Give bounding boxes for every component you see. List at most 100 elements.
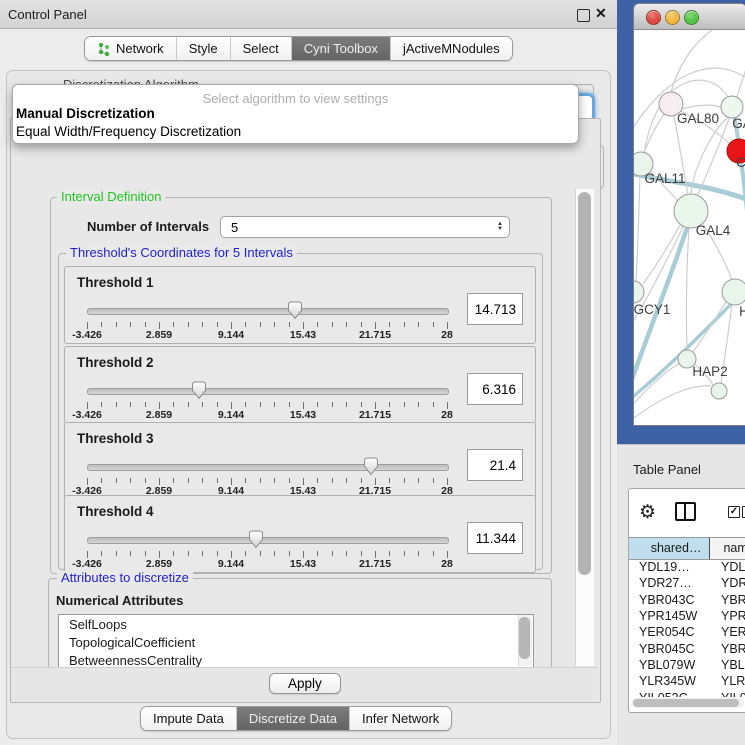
zoom-traffic-light[interactable] [684,10,699,25]
threshold-slider[interactable] [87,301,447,321]
attribute-list-item[interactable]: BetweennessCentrality [59,651,533,667]
tick-label: 9.144 [218,329,244,341]
cell-name[interactable]: YPR1 [711,609,745,623]
table-row[interactable]: YBR043CYBR0 [629,592,745,608]
network-node-label: GAL11 [644,171,685,186]
table-row[interactable]: YLR345WYLR3 [629,673,745,689]
threshold-slider[interactable] [87,530,447,550]
network-node-GA[interactable] [721,96,743,118]
table-row[interactable]: YDR27…YDR2 [629,575,745,591]
apply-button[interactable]: Apply [269,673,341,694]
dropdown-option-manual-discretization[interactable]: Manual Discretization [16,106,571,121]
slider-thumb-icon[interactable] [191,381,207,400]
cell-shared-name[interactable]: YDR27… [629,576,711,590]
tick-mark [231,402,232,409]
threshold-slider[interactable] [87,457,447,477]
slider-thumb-icon[interactable] [248,530,264,549]
tick-mark [188,478,189,483]
network-canvas[interactable]: GAL80GACGAL11GAL4GCY1HHAP2 [634,30,745,424]
tick-mark [145,322,146,327]
tab-cyni-toolbox[interactable]: Cyni Toolbox [292,37,391,60]
cell-name[interactable]: YIL0 [711,691,745,697]
network-node-unnamed[interactable] [711,383,727,399]
num-intervals-combobox[interactable]: 5 ▲▼ [220,216,510,238]
attribute-list-item[interactable]: TopologicalCoefficient [59,633,533,651]
cell-shared-name[interactable]: YER054C [629,625,711,639]
tab-style[interactable]: Style [177,37,231,60]
tab-impute-data[interactable]: Impute Data [141,707,237,730]
cell-name[interactable]: YBR0 [711,593,745,607]
table-row[interactable]: YBR045CYBR0 [629,640,745,656]
attribute-list-item[interactable]: SelfLoops [59,615,533,633]
tab-discretize-data[interactable]: Discretize Data [237,707,350,730]
tick-mark [332,478,333,483]
slider-track[interactable] [87,464,449,471]
tick-mark [173,478,174,483]
cell-shared-name[interactable]: YIL052C [629,691,711,697]
cell-shared-name[interactable]: YBR045C [629,642,711,656]
tick-mark [389,402,390,407]
network-edge[interactable] [693,302,726,352]
network-edge[interactable] [636,176,640,281]
cell-shared-name[interactable]: YBR043C [629,593,711,607]
slider-track[interactable] [87,308,449,315]
table-row[interactable]: YDL19…YDL1 [629,559,745,575]
tick-mark [101,402,102,407]
table-hscrollbar-thumb[interactable] [633,699,739,707]
threshold-slider[interactable] [87,381,447,401]
network-node-GCY1[interactable] [634,281,644,303]
network-edge[interactable] [634,362,682,412]
tick-mark [332,322,333,327]
cell-name[interactable]: YDR2 [711,576,745,590]
cell-shared-name[interactable]: YBL079W [629,658,711,672]
tab-network[interactable]: Network [85,37,177,60]
threshold-value-field[interactable] [467,449,523,481]
column-header-shared-name[interactable]: shared… [629,538,710,559]
table-row[interactable]: YPR145WYPR1 [629,608,745,624]
main-scrollbar-thumb[interactable] [578,192,591,575]
network-window: GAL80GACGAL11GAL4GCY1HHAP2 [633,3,745,426]
threshold-value-field[interactable] [467,373,523,405]
checkbox-checked-icon[interactable]: ✓ [728,506,740,518]
cell-name[interactable]: YBR0 [711,642,745,656]
threshold-value-field[interactable] [467,293,523,325]
gear-icon[interactable]: ⚙ [639,501,656,524]
column-header-name[interactable]: name [710,538,745,559]
tick-mark [375,551,376,558]
cell-name[interactable]: YER0 [711,625,745,639]
close-icon[interactable]: ✕ [595,5,607,22]
dropdown-option-equal-width[interactable]: Equal Width/Frequency Discretization [16,124,571,139]
table-row[interactable]: YIL052CYIL0 [629,689,745,697]
slider-thumb-icon[interactable] [287,301,303,320]
cell-name[interactable]: YDL1 [711,560,745,574]
network-node-H[interactable] [722,279,745,305]
numerical-attributes-list[interactable]: SelfLoopsTopologicalCoefficientBetweenne… [58,614,534,667]
network-edge[interactable] [644,114,664,153]
attributes-scrollbar-thumb[interactable] [519,617,530,659]
table-toolbar: ⚙ ✓ ✓ [629,489,745,537]
tab-select[interactable]: Select [231,37,292,60]
slider-track[interactable] [87,388,449,395]
table-row[interactable]: YBL079WYBL0 [629,657,745,673]
tab-infer-network[interactable]: Infer Network [350,707,451,730]
cell-shared-name[interactable]: YLR345W [629,674,711,688]
slider-track[interactable] [87,537,449,544]
table-row[interactable]: YER054CYER0 [629,624,745,640]
network-edge-thick[interactable] [734,116,745,262]
network-edge[interactable] [682,105,724,109]
minimize-traffic-light[interactable] [665,10,680,25]
cell-name[interactable]: YBL0 [711,658,745,672]
threshold-value-field[interactable] [467,522,523,554]
cell-name[interactable]: YLR3 [711,674,745,688]
network-edge[interactable] [686,228,689,350]
cell-shared-name[interactable]: YDL19… [629,560,711,574]
close-traffic-light[interactable] [646,10,661,25]
cell-shared-name[interactable]: YPR145W [629,609,711,623]
network-edge[interactable] [671,30,745,92]
slider-thumb-icon[interactable] [363,457,379,476]
network-edge[interactable] [643,225,680,284]
float-window-icon[interactable] [577,9,590,22]
top-tab-bar: NetworkStyleSelectCyni ToolboxjActiveMNo… [84,36,513,61]
columns-icon[interactable] [675,502,696,521]
tab-jactivemnodules[interactable]: jActiveMNodules [391,37,512,60]
